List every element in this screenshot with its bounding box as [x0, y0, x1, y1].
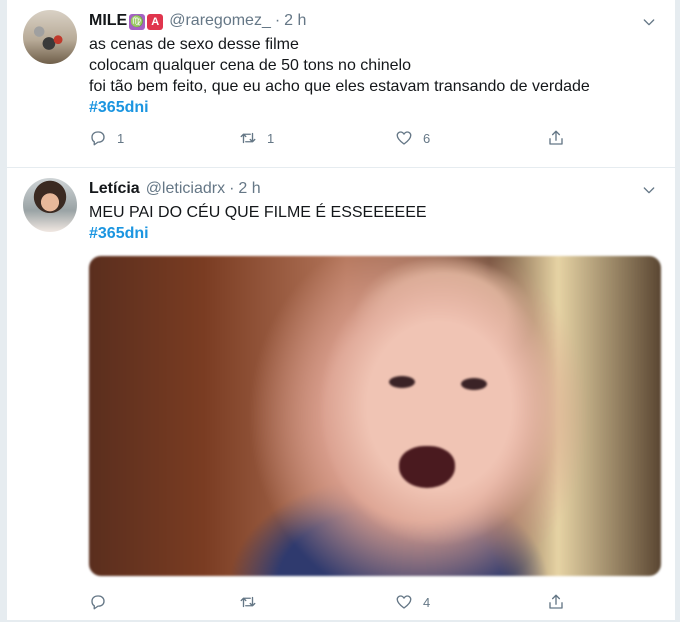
tweet-media-image[interactable]: [89, 256, 661, 576]
tweet-text-line: as cenas de sexo desse filme: [89, 36, 299, 53]
tweet-header: Letícia @leticiadrx · 2 h: [89, 180, 659, 202]
tweet-text-line: MEU PAI DO CÉU QUE FILME É ESSEEEEEE: [89, 204, 427, 221]
reply-button[interactable]: [89, 593, 239, 611]
avatar[interactable]: [23, 178, 77, 232]
media-detail: [461, 378, 487, 390]
tweet-actions: 4: [89, 582, 659, 622]
display-name[interactable]: Letícia: [89, 180, 140, 198]
retweet-icon: [240, 132, 256, 144]
timestamp[interactable]: 2 h: [284, 12, 306, 30]
chevron-down-icon[interactable]: [641, 14, 657, 30]
chevron-down-icon[interactable]: [641, 182, 657, 198]
reply-icon: [91, 131, 105, 146]
share-icon: [549, 130, 563, 145]
tweet[interactable]: MILE ♍ A @raregomez_ · 2 h as cenas de s…: [7, 0, 675, 168]
share-button[interactable]: [547, 593, 565, 611]
virgo-emoji: ♍: [129, 14, 146, 30]
separator-dot: ·: [229, 180, 235, 197]
reply-icon: [91, 595, 105, 610]
user-handle[interactable]: @raregomez_: [169, 12, 271, 30]
like-button[interactable]: 6: [395, 129, 547, 147]
hashtag-link[interactable]: #365dni: [89, 97, 659, 118]
share-button[interactable]: [547, 129, 565, 147]
like-icon: [396, 131, 412, 145]
like-count: 6: [423, 130, 431, 146]
avatar[interactable]: [23, 10, 77, 64]
timestamp[interactable]: 2 h: [238, 180, 260, 198]
media-detail: [399, 446, 455, 488]
tweet[interactable]: Letícia @leticiadrx · 2 h MEU PAI DO CÉU…: [7, 168, 675, 621]
tweet-header: MILE ♍ A @raregomez_ · 2 h: [89, 12, 659, 34]
tweet-actions: 1 1 6: [89, 118, 659, 158]
like-button[interactable]: 4: [395, 593, 547, 611]
blood-type-a-emoji: A: [147, 14, 164, 30]
tweet-text-line: foi tão bem feito, que eu acho que eles …: [89, 78, 590, 95]
hashtag-link[interactable]: #365dni: [89, 223, 659, 244]
reply-button[interactable]: 1: [89, 129, 239, 147]
like-count: 4: [423, 594, 431, 610]
tweet-text-line: colocam qualquer cena de 50 tons no chin…: [89, 57, 411, 74]
retweet-button[interactable]: [239, 593, 395, 611]
tweet-text: as cenas de sexo desse filme colocam qua…: [89, 34, 659, 118]
retweet-button[interactable]: 1: [239, 129, 395, 147]
media-detail: [389, 376, 415, 388]
like-icon: [396, 595, 412, 609]
display-name[interactable]: MILE: [89, 12, 127, 30]
retweet-count: 1: [267, 130, 275, 146]
user-handle[interactable]: @leticiadrx: [146, 180, 225, 198]
share-icon: [549, 594, 563, 609]
reply-count: 1: [117, 130, 125, 146]
timeline: MILE ♍ A @raregomez_ · 2 h as cenas de s…: [6, 0, 676, 621]
separator-dot: ·: [274, 12, 281, 29]
retweet-icon: [240, 596, 256, 608]
tweet-text: MEU PAI DO CÉU QUE FILME É ESSEEEEEE #36…: [89, 202, 659, 244]
